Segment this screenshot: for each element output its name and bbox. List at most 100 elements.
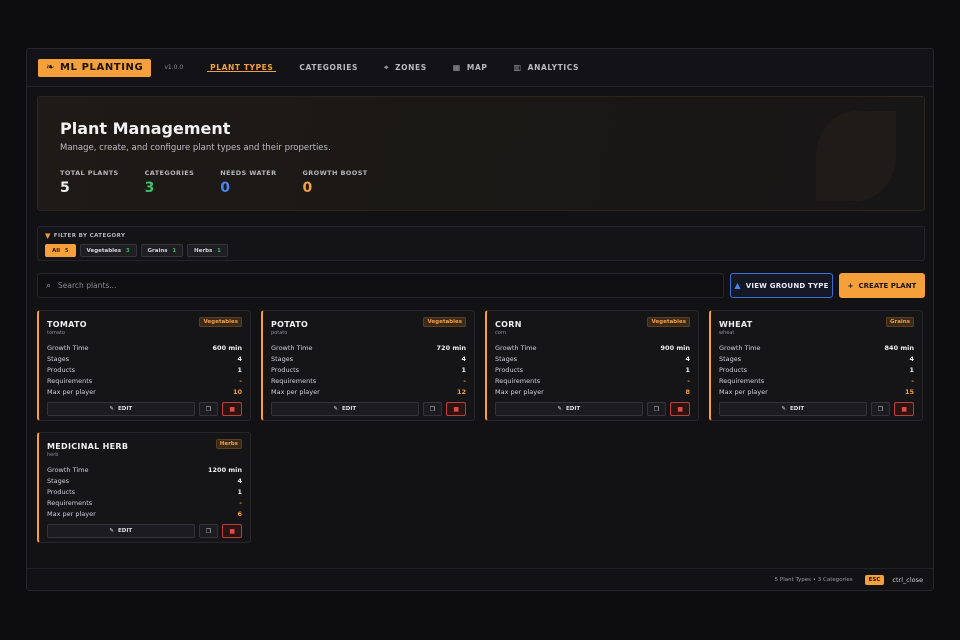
row-label: Requirements bbox=[271, 376, 317, 385]
tab-categories[interactable]: CATEGORIES bbox=[286, 49, 371, 86]
row-value: 900 min bbox=[660, 343, 690, 352]
edit-button[interactable]: ✎ EDIT bbox=[495, 402, 643, 416]
row-label: Max per player bbox=[495, 387, 544, 396]
row-label: Stages bbox=[495, 354, 518, 363]
esc-key-badge[interactable]: ESC bbox=[864, 574, 885, 585]
edit-label: EDIT bbox=[118, 528, 133, 534]
edit-button[interactable]: ✎ EDIT bbox=[47, 402, 195, 416]
products-row: Products 1 bbox=[47, 486, 242, 497]
footer-summary: 5 Plant Types • 3 Categories bbox=[774, 576, 853, 583]
plant-card[interactable]: CORN corn Vegetables Growth Time 900 min… bbox=[485, 310, 699, 421]
row-label: Stages bbox=[271, 354, 294, 363]
row-value: 600 min bbox=[212, 343, 242, 352]
duplicate-button[interactable]: ❐ bbox=[198, 524, 219, 538]
duplicate-button[interactable]: ❐ bbox=[422, 402, 443, 416]
search-input[interactable] bbox=[58, 281, 659, 290]
row-value: - bbox=[463, 376, 466, 385]
tab-map-label: MAP bbox=[466, 63, 488, 72]
copy-icon: ❐ bbox=[653, 405, 660, 413]
stat-label: NEEDS WATER bbox=[220, 169, 277, 177]
chip-label: Vegetables bbox=[86, 247, 122, 254]
requirements-row: Requirements - bbox=[495, 375, 690, 386]
stages-row: Stages 4 bbox=[47, 475, 242, 486]
delete-button[interactable]: ■ bbox=[446, 402, 466, 416]
max-per-player-row: Max per player 15 bbox=[719, 386, 914, 397]
edit-button[interactable]: ✎ EDIT bbox=[47, 524, 195, 538]
filter-chip-vegetables[interactable]: Vegetables 3 bbox=[79, 244, 137, 257]
leaf-watermark-icon bbox=[816, 111, 896, 201]
duplicate-button[interactable]: ❐ bbox=[870, 402, 891, 416]
plant-properties: Growth Time 840 min Stages 4 Products 1 … bbox=[719, 342, 914, 397]
growth-time-row: Growth Time 900 min bbox=[495, 342, 690, 353]
card-title-block: TOMATO tomato bbox=[47, 317, 87, 336]
tab-plant-types[interactable]: PLANT TYPES bbox=[197, 49, 286, 86]
create-plant-label: CREATE PLANT bbox=[858, 281, 917, 290]
max-per-player-row: Max per player 8 bbox=[495, 386, 690, 397]
edit-label: EDIT bbox=[566, 406, 581, 412]
row-label: Max per player bbox=[47, 387, 96, 396]
stages-row: Stages 4 bbox=[719, 353, 914, 364]
page-title: Plant Management bbox=[60, 119, 231, 138]
stages-row: Stages 4 bbox=[271, 353, 466, 364]
edit-button[interactable]: ✎ EDIT bbox=[719, 402, 867, 416]
delete-button[interactable]: ■ bbox=[222, 524, 242, 538]
row-value: - bbox=[239, 376, 242, 385]
tab-zones-label: ZONES bbox=[395, 63, 427, 72]
plant-name: POTATO bbox=[271, 320, 309, 329]
row-value: 12 bbox=[456, 387, 466, 396]
filter-chip-all[interactable]: All 5 bbox=[45, 244, 76, 257]
row-label: Requirements bbox=[47, 498, 93, 507]
row-value: - bbox=[911, 376, 914, 385]
tab-analytics[interactable]: ▥ ANALYTICS bbox=[501, 49, 592, 86]
plant-card[interactable]: MEDICINAL HERB herb Herbs Growth Time 12… bbox=[37, 432, 251, 543]
edit-button[interactable]: ✎ EDIT bbox=[271, 402, 419, 416]
stat-value: 0 bbox=[220, 180, 230, 196]
filter-chip-herbs[interactable]: Herbs 1 bbox=[187, 244, 228, 257]
duplicate-button[interactable]: ❐ bbox=[198, 402, 219, 416]
card-header: WHEAT wheat Grains bbox=[719, 317, 914, 336]
chip-label: Herbs bbox=[194, 247, 213, 254]
row-label: Requirements bbox=[47, 376, 93, 385]
trash-icon: ■ bbox=[677, 405, 683, 413]
card-actions: ✎ EDIT ❐ ■ bbox=[47, 524, 242, 538]
row-label: Growth Time bbox=[271, 343, 313, 352]
tab-map[interactable]: ▦ MAP bbox=[440, 49, 501, 86]
filter-chip-grains[interactable]: Grains 1 bbox=[140, 244, 184, 257]
category-badge: Vegetables bbox=[199, 317, 242, 327]
stats-row: TOTAL PLANTS 5 CATEGORIES 3 NEEDS WATER … bbox=[60, 169, 394, 196]
plant-card[interactable]: TOMATO tomato Vegetables Growth Time 600… bbox=[37, 310, 251, 421]
delete-button[interactable]: ■ bbox=[894, 402, 914, 416]
copy-icon: ❐ bbox=[429, 405, 436, 413]
stat-label: CATEGORIES bbox=[144, 169, 195, 177]
plus-icon: + bbox=[847, 281, 854, 290]
delete-button[interactable]: ■ bbox=[670, 402, 690, 416]
delete-button[interactable]: ■ bbox=[222, 402, 242, 416]
row-value: 4 bbox=[237, 476, 242, 485]
close-hint: ctrl_close bbox=[892, 575, 923, 584]
max-per-player-row: Max per player 12 bbox=[271, 386, 466, 397]
row-label: Products bbox=[271, 365, 300, 374]
plant-card[interactable]: POTATO potato Vegetables Growth Time 720… bbox=[261, 310, 475, 421]
plant-name: MEDICINAL HERB bbox=[47, 442, 129, 451]
tab-zones[interactable]: ⌖ ZONES bbox=[371, 49, 440, 86]
duplicate-button[interactable]: ❐ bbox=[646, 402, 667, 416]
card-actions: ✎ EDIT ❐ ■ bbox=[271, 402, 466, 416]
requirements-row: Requirements - bbox=[47, 497, 242, 508]
plant-id: corn bbox=[495, 330, 506, 336]
row-value: - bbox=[687, 376, 690, 385]
app-logo[interactable]: ❧ ML PLANTING bbox=[38, 58, 152, 77]
growth-time-row: Growth Time 600 min bbox=[47, 342, 242, 353]
create-plant-button[interactable]: + CREATE PLANT bbox=[839, 273, 925, 298]
card-title-block: CORN corn bbox=[495, 317, 522, 336]
view-ground-type-button[interactable]: ▲ VIEW GROUND TYPE bbox=[730, 273, 833, 298]
card-title-block: WHEAT wheat bbox=[719, 317, 753, 336]
plant-card[interactable]: WHEAT wheat Grains Growth Time 840 min S… bbox=[709, 310, 923, 421]
row-value: 10 bbox=[232, 387, 242, 396]
page-subtitle: Manage, create, and configure plant type… bbox=[60, 143, 331, 153]
tab-analytics-label: ANALYTICS bbox=[527, 63, 579, 72]
pin-icon: ⌖ bbox=[384, 62, 390, 72]
card-header: POTATO potato Vegetables bbox=[271, 317, 466, 336]
row-label: Max per player bbox=[719, 387, 768, 396]
trash-icon: ■ bbox=[453, 405, 459, 413]
requirements-row: Requirements - bbox=[271, 375, 466, 386]
